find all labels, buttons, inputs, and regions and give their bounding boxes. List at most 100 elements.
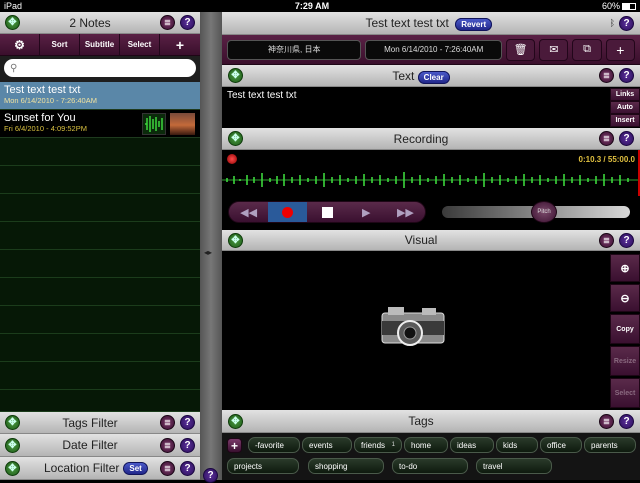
help-icon[interactable]: ?	[203, 468, 218, 483]
status-bar: iPad 7:29 AM 60%	[0, 0, 640, 12]
location-field[interactable]: 神奈川県, 日本	[227, 39, 362, 60]
auto-button[interactable]: Auto	[610, 101, 640, 114]
trash-icon: 🗑	[513, 44, 528, 56]
help-icon[interactable]: ?	[619, 131, 634, 146]
tags-section-title: Tags	[408, 414, 434, 428]
help-icon[interactable]: ?	[619, 68, 634, 83]
move-icon[interactable]: ✥	[228, 413, 243, 429]
device-label: iPad	[4, 1, 23, 11]
split-divider[interactable]: ◂▸ ?	[200, 12, 222, 483]
rewind-button[interactable]: ◀◀	[229, 202, 268, 222]
tag-parents[interactable]: parents	[584, 437, 636, 453]
move-icon[interactable]: ✥	[5, 15, 20, 30]
tag-to-do[interactable]: to-do	[392, 458, 468, 474]
search-field[interactable]: ⚲	[4, 59, 196, 77]
set-button[interactable]: Set	[123, 461, 148, 475]
rewind-icon: ◀◀	[240, 206, 258, 219]
tag-friends[interactable]: friends 1	[354, 437, 402, 453]
audio-thumbnail	[142, 113, 166, 135]
copy-button[interactable]: Copy	[610, 314, 640, 344]
move-icon[interactable]: ✥	[5, 460, 20, 476]
help-icon[interactable]: ?	[180, 15, 195, 30]
camera-icon[interactable]	[380, 303, 446, 351]
datetime-field[interactable]: Mon 6/14/2010 - 7:26:40AM	[365, 39, 502, 60]
search-area: ⚲	[0, 56, 200, 82]
note-text-content[interactable]: Test text test txt	[227, 90, 296, 101]
subtitle-button[interactable]: Subtitle	[80, 34, 120, 55]
list-icon[interactable]: ≣	[599, 131, 614, 146]
help-icon[interactable]: ?	[619, 232, 634, 248]
date-filter-bar[interactable]: ✥ Date Filter ≣ ?	[0, 434, 200, 457]
tag-shopping[interactable]: shopping	[308, 458, 384, 474]
split-arrows-icon: ◂▸	[204, 248, 213, 257]
help-icon[interactable]: ?	[180, 437, 195, 453]
delete-button[interactable]: 🗑	[505, 38, 536, 61]
list-icon[interactable]: ≣	[160, 415, 175, 430]
sort-button[interactable]: Sort	[40, 34, 80, 55]
move-icon[interactable]: ✥	[228, 131, 243, 146]
list-icon[interactable]: ≣	[160, 437, 175, 453]
recording-time: 0:10.3 / 55:00.0	[578, 155, 635, 164]
help-icon[interactable]: ?	[180, 460, 195, 476]
tag-projects[interactable]: projects	[227, 458, 299, 474]
list-icon[interactable]: ≣	[160, 460, 175, 476]
clock: 7:29 AM	[294, 1, 330, 11]
pitch-slider[interactable]: Pitch	[442, 201, 630, 223]
empty-row	[0, 194, 200, 222]
move-icon[interactable]: ✥	[228, 68, 243, 83]
tag-home[interactable]: home	[404, 437, 448, 453]
zoom-out-button[interactable]: ⊖	[610, 284, 640, 312]
record-button[interactable]	[268, 202, 308, 222]
list-icon[interactable]: ≣	[599, 413, 614, 429]
tags-filter-bar[interactable]: ✥ Tags Filter ≣ ?	[0, 412, 200, 434]
add-button[interactable]: +	[605, 38, 636, 61]
fast-forward-button[interactable]: ▶▶	[386, 202, 425, 222]
play-button[interactable]: ▶	[347, 202, 386, 222]
move-icon[interactable]: ✥	[228, 232, 243, 248]
tag-events[interactable]: events	[302, 437, 352, 453]
list-icon[interactable]: ≣	[160, 15, 175, 30]
zoom-in-button[interactable]: ⊕	[610, 254, 640, 282]
tag-travel[interactable]: travel	[476, 458, 552, 474]
list-icon[interactable]: ≣	[599, 232, 614, 248]
fast-forward-icon: ▶▶	[396, 206, 414, 219]
settings-button[interactable]: ⚙	[0, 34, 40, 55]
links-button[interactable]: Links	[610, 88, 640, 101]
text-section-header: ✥ Text Clear ≣ ?	[222, 65, 640, 87]
resize-button[interactable]: Resize	[610, 346, 640, 376]
search-input[interactable]	[20, 63, 181, 73]
list-icon[interactable]: ≣	[599, 68, 614, 83]
tag-kids[interactable]: kids	[496, 437, 538, 453]
copy-note-button[interactable]: ⧉	[572, 38, 602, 61]
visual-section-title: Visual	[404, 233, 438, 247]
select-button[interactable]: Select	[120, 34, 160, 55]
add-tag-button[interactable]: +	[227, 438, 242, 453]
email-button[interactable]: ✉	[539, 38, 569, 61]
stop-button[interactable]	[307, 202, 346, 222]
note-item-selected[interactable]: Test text test txt Mon 6/14/2010 - 7:26:…	[0, 82, 200, 110]
battery-icon	[622, 2, 636, 10]
help-icon[interactable]: ?	[619, 413, 634, 429]
tag-favorite[interactable]: -favorite	[248, 437, 300, 453]
tag-ideas[interactable]: ideas	[450, 437, 494, 453]
tags-section: + -favorite events friends 1 home ideas k…	[222, 433, 640, 480]
help-icon[interactable]: ?	[180, 415, 195, 430]
text-section-title: Text Clear	[243, 69, 599, 84]
move-icon[interactable]: ✥	[5, 415, 20, 430]
add-note-button[interactable]: +	[160, 34, 200, 55]
waveform-icon	[145, 116, 163, 132]
waveform[interactable]	[222, 164, 638, 196]
location-filter-bar[interactable]: ✥ Location Filter Set ≣ ?	[0, 457, 200, 480]
insert-button[interactable]: Insert	[610, 114, 640, 127]
note-header: Test text test txt Revert ᛒ ?	[222, 12, 640, 35]
tag-office[interactable]: office	[540, 437, 582, 453]
plus-icon: +	[616, 41, 625, 58]
help-icon[interactable]: ?	[619, 15, 634, 31]
select-image-button[interactable]: Select	[610, 378, 640, 408]
clear-button[interactable]: Clear	[417, 70, 450, 84]
transport-controls: ◀◀ ▶ ▶▶	[228, 201, 426, 223]
move-icon[interactable]: ✥	[5, 437, 20, 453]
revert-button[interactable]: Revert	[455, 18, 493, 31]
pitch-knob[interactable]: Pitch	[531, 201, 558, 223]
note-item[interactable]: Sunset for You Fri 6/4/2010 - 4:09:52PM	[0, 110, 200, 138]
